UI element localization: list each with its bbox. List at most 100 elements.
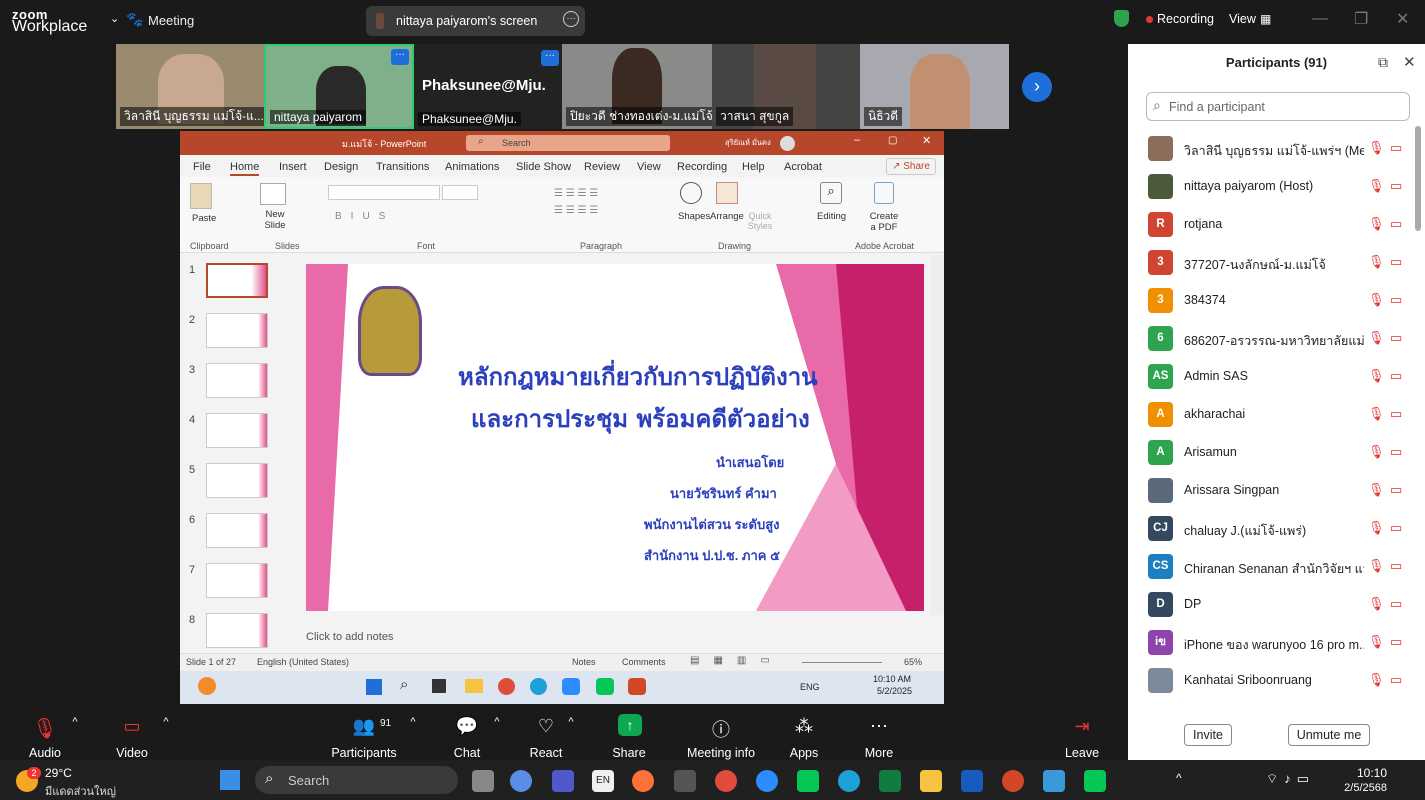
slide-canvas[interactable]: หลักกฎหมายเกี่ยวกับการปฏิบัติงาน และการป… (306, 264, 924, 611)
video-tile[interactable]: นิธิวดี (860, 44, 1009, 129)
maximize-icon[interactable]: ❐ (1354, 9, 1368, 29)
menu-view[interactable]: View (637, 161, 661, 173)
close-icon[interactable]: ✕ (1396, 9, 1409, 29)
screen-share-pill[interactable]: nittaya paiyarom's screen ··· (366, 6, 585, 36)
video-tile-active[interactable]: ··· nittaya paiyarom (264, 44, 414, 129)
zoom-level[interactable]: 65% (904, 657, 922, 667)
unmute-me-button[interactable]: Unmute me (1288, 724, 1370, 746)
video-tile[interactable]: Phaksunee@Mju. ··· Phaksunee@Mju. (414, 44, 562, 129)
participant-row[interactable]: 3 384374 🎙 ▭ (1128, 282, 1418, 320)
chrome-icon[interactable] (498, 678, 515, 695)
edge-icon[interactable] (838, 770, 860, 792)
meeting-title[interactable]: Meeting (148, 13, 194, 28)
copilot-icon[interactable] (510, 770, 532, 792)
share-screen-icon[interactable]: ↑ (618, 714, 642, 736)
paste-label[interactable]: Paste (192, 213, 216, 224)
start-icon[interactable] (220, 770, 240, 790)
pdf-icon[interactable] (874, 182, 894, 204)
line-icon[interactable] (1084, 770, 1106, 792)
share-button[interactable]: ↗ Share (886, 158, 936, 175)
slide-thumb[interactable] (206, 513, 268, 548)
video-tile[interactable]: วาสนา สุขกูล (712, 44, 860, 129)
view-button[interactable]: View (1229, 12, 1256, 26)
video-button[interactable]: Video (92, 746, 172, 760)
menu-recording[interactable]: Recording (677, 161, 727, 173)
share-button[interactable]: Share (589, 746, 669, 760)
participant-row[interactable]: iข iPhone ของ warunyoo 16 pro m... 🎙 ▭ (1128, 624, 1418, 662)
word-icon[interactable] (961, 770, 983, 792)
taskview-icon[interactable] (432, 679, 446, 693)
audio-button[interactable]: Audio (5, 746, 85, 760)
taskbar-search[interactable]: ⌕ Search (255, 766, 458, 794)
powerpoint-icon[interactable] (628, 678, 646, 695)
participant-row[interactable]: A Arisamun 🎙 ▭ (1128, 434, 1418, 472)
zoom-icon[interactable] (756, 770, 778, 792)
next-arrow-icon[interactable]: › (1022, 72, 1052, 102)
menu-transitions[interactable]: Transitions (376, 161, 429, 173)
weather-icon[interactable] (198, 677, 216, 695)
quick-styles-label[interactable]: Quick Styles (746, 211, 774, 231)
info-icon[interactable]: ⓘ (701, 716, 741, 742)
firefox-icon[interactable] (632, 770, 654, 792)
paragraph-controls[interactable]: ☰ ☰ ☰ ☰ ☰ ☰ ☰ ☰ (554, 185, 662, 229)
font-size-box[interactable] (442, 185, 478, 200)
slide-thumb[interactable] (206, 313, 268, 348)
folder-icon[interactable] (920, 770, 942, 792)
zoom-icon[interactable] (562, 678, 580, 695)
more-icon[interactable]: ··· (391, 49, 409, 65)
chevron-up-icon[interactable]: ^ (551, 716, 591, 728)
keyboard-layout-icon[interactable]: EN (592, 770, 614, 792)
participant-search[interactable]: ⌕ Find a participant (1146, 92, 1410, 121)
photos-icon[interactable] (1043, 770, 1065, 792)
chevron-up-icon[interactable]: ^ (146, 716, 186, 728)
apps-icon[interactable]: ⁂ (784, 716, 824, 737)
close-icon[interactable]: ✕ (922, 134, 931, 147)
invite-button[interactable]: Invite (1184, 724, 1232, 746)
excel-icon[interactable] (879, 770, 901, 792)
leave-button[interactable]: Leave (1042, 746, 1122, 760)
participants-button[interactable]: Participants (324, 746, 404, 760)
menu-animations[interactable]: Animations (445, 161, 499, 173)
scrollbar[interactable] (931, 255, 944, 615)
more-icon[interactable]: ··· (563, 11, 579, 27)
teams-icon[interactable] (552, 770, 574, 792)
react-button[interactable]: React (506, 746, 586, 760)
participant-row[interactable]: 3 377207-นงลักษณ์-ม.แม่โจ้ 🎙 ▭ (1128, 244, 1418, 282)
participant-row[interactable]: วิลาสินี บุญธรรม แม่โจ้-แพร่ฯ (Me) 🎙 ▭ (1128, 130, 1418, 168)
editing-label[interactable]: Editing (817, 211, 846, 222)
chevron-up-icon[interactable]: ^ (55, 716, 95, 728)
slide-thumb[interactable] (206, 413, 268, 448)
font-name-box[interactable] (328, 185, 440, 200)
slide-thumb[interactable] (206, 613, 268, 648)
popout-icon[interactable]: ⧉ (1378, 54, 1388, 71)
more-icon[interactable]: ⋯ (859, 716, 899, 737)
video-tile[interactable]: วิลาสินี บุญธรรม แม่โจ้-แ... (116, 44, 264, 129)
recording-label[interactable]: Recording (1157, 12, 1214, 26)
chevron-up-icon[interactable]: ^ (393, 716, 433, 728)
avatar[interactable] (780, 136, 795, 151)
participant-row[interactable]: 6 686207-อรวรรณ-มหาวิทยาลัยแม่โจ้ 🎙 ▭ (1128, 320, 1418, 358)
participant-row[interactable]: CJ chaluay J.(แม่โจ้-แพร่) 🎙 ▭ (1128, 510, 1418, 548)
participant-row[interactable]: Kanhatai Sriboonruang 🎙 ▭ (1128, 662, 1418, 700)
participants-icon[interactable]: 👥 (344, 716, 384, 737)
close-icon[interactable]: ✕ (1403, 53, 1416, 71)
notes-button[interactable]: Notes (572, 657, 596, 667)
leave-icon[interactable]: ⇥ (1062, 716, 1102, 737)
paste-icon[interactable] (190, 183, 212, 209)
new-slide-label[interactable]: New Slide (260, 209, 290, 231)
minimize-icon[interactable]: — (1312, 10, 1328, 28)
font-style-buttons[interactable]: BIUS (335, 211, 394, 222)
menu-home[interactable]: Home (230, 161, 260, 176)
system-tray-icons[interactable]: ⌔♪▭ (1266, 771, 1315, 787)
chevron-up-icon[interactable]: ^ (1176, 771, 1182, 785)
slide-thumb[interactable] (206, 263, 268, 298)
folder-icon[interactable] (465, 679, 483, 693)
meeting-info-button[interactable]: Meeting info (671, 746, 771, 760)
participant-row[interactable]: Arissara Singpan 🎙 ▭ (1128, 472, 1418, 510)
participant-row[interactable]: D DP 🎙 ▭ (1128, 586, 1418, 624)
participant-row[interactable]: Rrotjana 🎙 ▭ (1128, 206, 1418, 244)
line-icon[interactable] (797, 770, 819, 792)
menu-design[interactable]: Design (324, 161, 358, 173)
comments-button[interactable]: Comments (622, 657, 666, 667)
line-icon[interactable] (596, 678, 614, 695)
